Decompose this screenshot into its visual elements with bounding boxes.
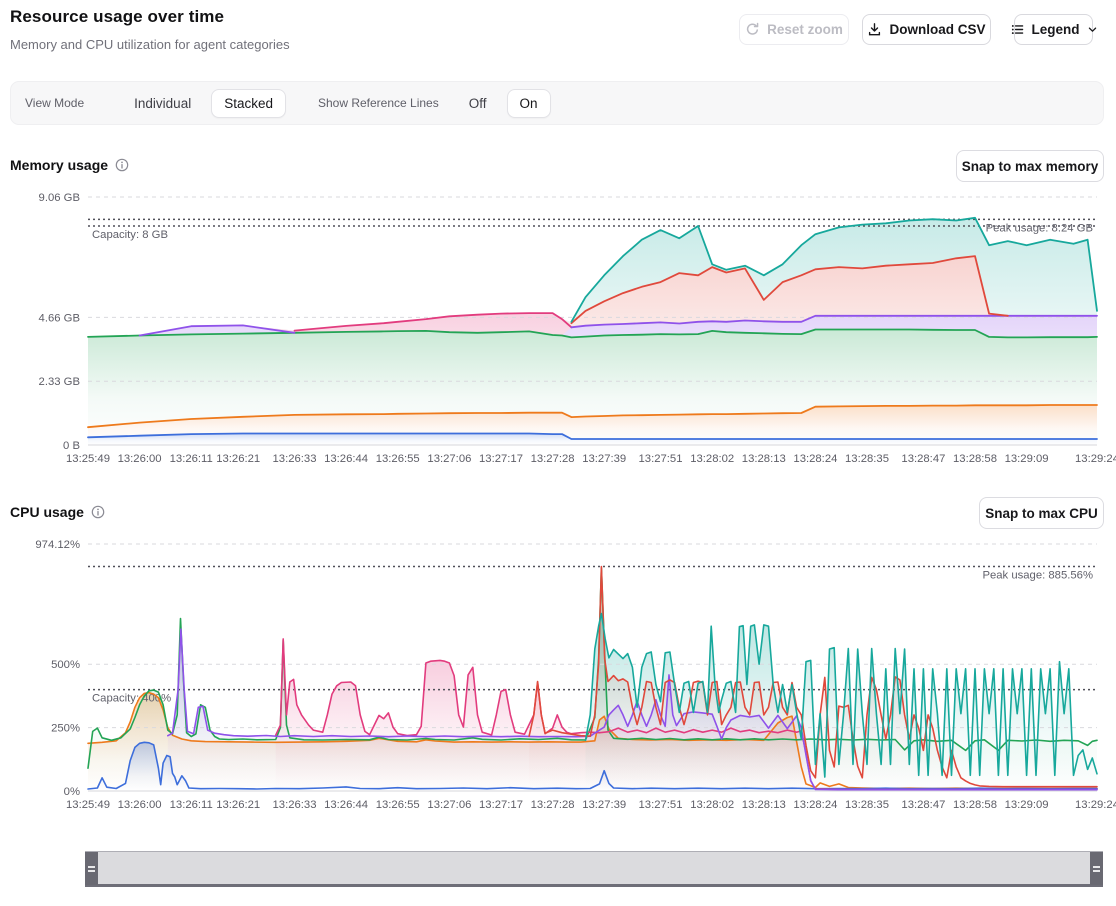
memory-chart[interactable]: 9.06 GB 4.66 GB 2.33 GB 0 B13:25:49 13:26:00…: [0, 190, 1116, 472]
memory-x-tick-label: 13:26:44: [324, 453, 368, 465]
cpu-x-tick-label: 13:27:06: [427, 799, 471, 811]
cpu-x-tick-label: 13:27:17: [479, 799, 523, 811]
refresh-icon: [745, 22, 760, 37]
snap-memory-label: Snap to max memory: [962, 159, 1099, 174]
chart-controls-bar: View Mode Individual Stacked Show Refere…: [10, 81, 1104, 125]
snap-to-max-cpu-button[interactable]: Snap to max CPU: [979, 497, 1104, 529]
cpu-x-tick-label: 13:26:44: [324, 799, 368, 811]
memory-x-tick-label: 13:27:51: [639, 453, 683, 465]
cpu-x-tick-label: 13:27:28: [531, 799, 575, 811]
cpu-x-tick-label: 13:27:51: [639, 799, 683, 811]
memory-x-tick-label: 13:26:00: [118, 453, 162, 465]
memory-x-tick-label: 13:29:24: [1075, 453, 1116, 465]
cpu-title-text: CPU usage: [10, 504, 84, 520]
chevron-down-icon: [1087, 24, 1098, 35]
cpu-section-title: CPU usage: [10, 504, 105, 520]
view-mode-individual[interactable]: Individual: [122, 90, 203, 117]
memory-x-tick-label: 13:28:35: [845, 453, 889, 465]
cpu-x-tick-label: 13:28:13: [742, 799, 786, 811]
memory-x-tick-label: 13:27:17: [479, 453, 523, 465]
legend-label: Legend: [1032, 22, 1080, 37]
cpu-x-tick-label: 13:27:39: [582, 799, 626, 811]
memory-x-tick-label: 13:26:21: [216, 453, 260, 465]
cpu-y-tick-label: 500%: [51, 659, 80, 671]
memory-y-tick-label: 2.33 GB: [39, 376, 80, 388]
cpu-x-tick-label: 13:26:21: [216, 799, 260, 811]
cpu-y-tick-label: 974.12%: [35, 539, 80, 551]
cpu-x-tick-label: 13:28:35: [845, 799, 889, 811]
brush-handle-right[interactable]: [1090, 852, 1103, 885]
legend-dropdown-button[interactable]: Legend: [1014, 14, 1093, 45]
cpu-x-tick-label: 13:26:33: [273, 799, 317, 811]
memory-x-tick-label: 13:27:06: [427, 453, 471, 465]
cpu-y-tick-label: 0%: [64, 786, 80, 798]
memory-x-tick-label: 13:28:02: [690, 453, 734, 465]
cpu-x-tick-label: 13:26:55: [376, 799, 420, 811]
time-range-brush[interactable]: [85, 851, 1103, 887]
memory-x-tick-label: 13:27:39: [582, 453, 626, 465]
view-mode-label: View Mode: [25, 96, 84, 110]
cpu-reference-label: Peak usage: 885.56%: [982, 570, 1093, 582]
memory-y-tick-label: 4.66 GB: [39, 312, 80, 324]
cpu-x-tick-label: 13:25:49: [66, 799, 110, 811]
memory-x-tick-label: 13:26:33: [273, 453, 317, 465]
cpu-x-tick-label: 13:26:11: [170, 799, 213, 811]
cpu-x-tick-label: 13:28:47: [901, 799, 945, 811]
cpu-x-tick-label: 13:28:02: [690, 799, 734, 811]
memory-x-tick-label: 13:29:09: [1005, 453, 1049, 465]
memory-reference-label: Peak usage: 8.24 GB: [986, 222, 1093, 234]
cpu-x-tick-label: 13:29:09: [1005, 799, 1049, 811]
memory-y-tick-label: 0 B: [63, 440, 80, 452]
cpu-y-tick-label: 250%: [51, 723, 80, 735]
memory-x-tick-label: 13:27:28: [531, 453, 575, 465]
brush-handle-left[interactable]: [85, 852, 98, 885]
reset-zoom-label: Reset zoom: [767, 22, 843, 37]
cpu-chart[interactable]: 974.12% 500% 250% 0%13:25:49 13:26:00 13:26:1…: [0, 536, 1116, 818]
cpu-x-tick-label: 13:29:24: [1075, 799, 1116, 811]
list-icon: [1010, 22, 1025, 37]
page-title: Resource usage over time: [10, 7, 224, 27]
memory-y-tick-label: 9.06 GB: [39, 192, 80, 204]
memory-x-tick-label: 13:28:58: [953, 453, 997, 465]
download-csv-button[interactable]: Download CSV: [862, 14, 991, 45]
memory-x-tick-label: 13:28:13: [742, 453, 786, 465]
memory-x-tick-label: 13:28:47: [901, 453, 945, 465]
page-subtitle: Memory and CPU utilization for agent cat…: [10, 37, 290, 52]
reference-lines-on[interactable]: On: [507, 89, 551, 118]
memory-reference-label: Capacity: 8 GB: [92, 229, 168, 241]
download-csv-label: Download CSV: [889, 22, 985, 37]
memory-section-title: Memory usage: [10, 157, 129, 173]
show-reference-lines-label: Show Reference Lines: [318, 96, 439, 110]
cpu-x-tick-label: 13:28:58: [953, 799, 997, 811]
view-mode-stacked[interactable]: Stacked: [211, 89, 286, 118]
resource-usage-dashboard: Resource usage over time Memory and CPU …: [0, 0, 1116, 906]
memory-x-tick-label: 13:26:11: [170, 453, 213, 465]
info-icon[interactable]: [115, 158, 129, 172]
cpu-x-tick-label: 13:26:00: [118, 799, 162, 811]
snap-to-max-memory-button[interactable]: Snap to max memory: [956, 150, 1104, 182]
memory-x-tick-label: 13:28:24: [793, 453, 837, 465]
reference-lines-off[interactable]: Off: [457, 90, 499, 117]
download-icon: [867, 22, 882, 37]
info-icon[interactable]: [91, 505, 105, 519]
snap-cpu-label: Snap to max CPU: [985, 506, 1098, 521]
reset-zoom-button[interactable]: Reset zoom: [739, 14, 849, 45]
memory-x-tick-label: 13:25:49: [66, 453, 110, 465]
memory-x-tick-label: 13:26:55: [376, 453, 420, 465]
cpu-x-tick-label: 13:28:24: [793, 799, 837, 811]
memory-title-text: Memory usage: [10, 157, 108, 173]
